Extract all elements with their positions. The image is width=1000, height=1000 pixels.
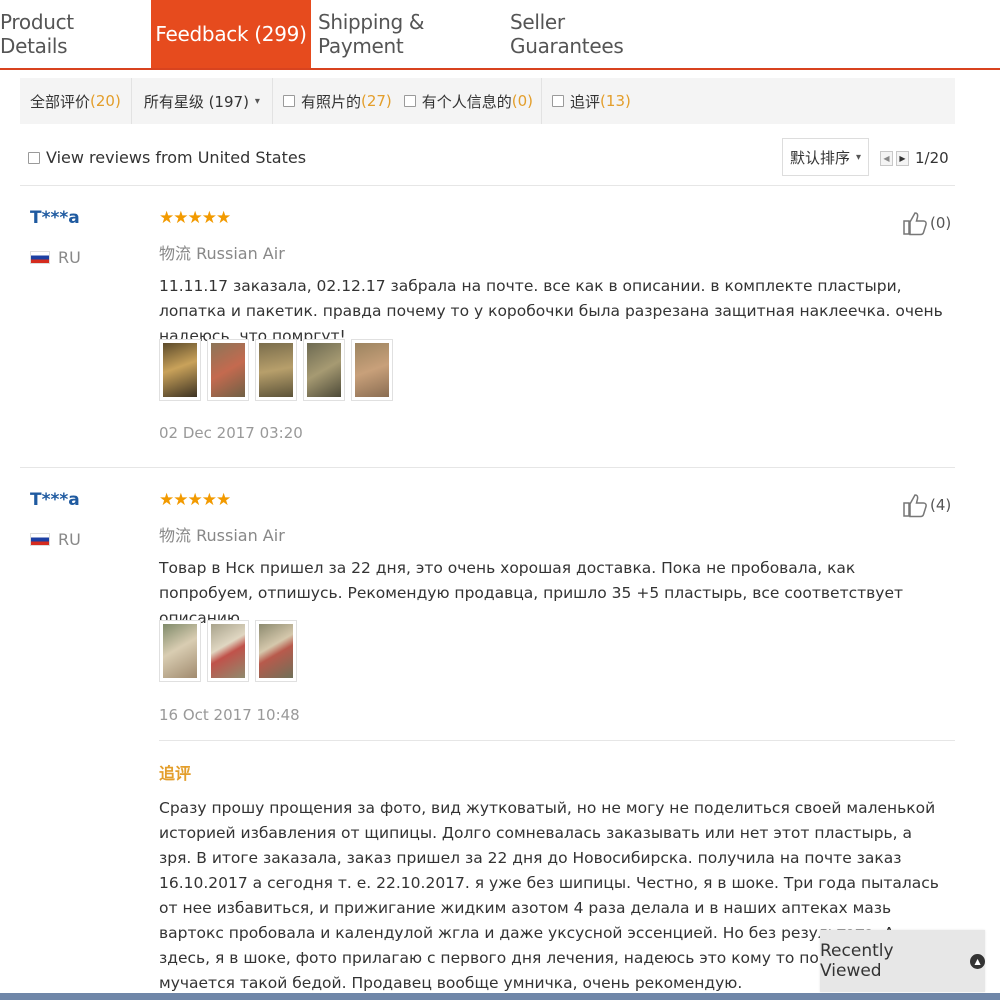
recently-viewed-label: Recently Viewed	[820, 941, 894, 981]
thumbs-up-icon	[903, 212, 927, 236]
tab-product-details[interactable]: Product Details	[0, 0, 146, 68]
checkbox-icon[interactable]	[282, 95, 295, 107]
taskbar-strip	[0, 993, 1000, 1000]
review-photo-thumbnail[interactable]	[207, 339, 249, 401]
chevron-up-icon: ▲	[970, 953, 985, 969]
filter-followup-count: (13)	[600, 92, 631, 110]
filter-photos-label: 有照片的	[300, 92, 361, 111]
tab-bar: Product Details Feedback (299) Shipping …	[0, 0, 1000, 70]
star-rating: ★★★★★	[159, 490, 231, 510]
review-photo-thumbnail[interactable]	[351, 339, 393, 401]
filter-ratings-label: 所有星级 (197)	[143, 92, 249, 111]
logistics-info: 物流 Russian Air	[159, 522, 285, 546]
review-photo-thumbnail[interactable]	[207, 620, 249, 682]
review-photo-thumbnail[interactable]	[303, 339, 345, 401]
chevron-down-icon: ▾	[254, 95, 260, 107]
review-photo-thumbnail[interactable]	[255, 620, 297, 682]
divider	[159, 740, 955, 741]
helpful-count: (4)	[930, 496, 952, 514]
filter-photos-count: (27)	[360, 92, 392, 110]
tab-seller-guarantees[interactable]: Seller Guarantees	[510, 0, 682, 68]
filter-bar: 全部评价 (20) 所有星级 (197) ▾ 有照片的 (27) 有个人信息的 …	[20, 78, 955, 124]
us-reviews-filter[interactable]: View reviews from United States	[28, 148, 306, 167]
country-code: RU	[58, 530, 81, 549]
helpful-button[interactable]: (4)	[902, 492, 951, 518]
tab-shipping-payment[interactable]: Shipping & Payment	[318, 0, 500, 68]
sort-label: 默认排序	[789, 148, 850, 167]
review-photos	[159, 339, 399, 401]
filter-followup-label: 追评	[570, 92, 601, 111]
filter-personal-count: (0)	[511, 92, 534, 110]
review-photo-thumbnail[interactable]	[255, 339, 297, 401]
review-text: 11.11.17 заказала, 02.12.17 забрала на п…	[159, 277, 943, 345]
filter-followup[interactable]: 追评 (13)	[542, 91, 639, 112]
helpful-count: (0)	[930, 214, 952, 232]
review-item: T***a RU ★★★★★ 物流 Russian Air 11.11.17 з…	[20, 186, 955, 468]
review-photo-thumbnail[interactable]	[159, 339, 201, 401]
sort-row: View reviews from United States 默认排序 ▾ ◀…	[20, 130, 955, 186]
prev-page-button[interactable]: ◀	[880, 150, 893, 166]
reviewer-name: T***a	[30, 208, 80, 228]
helpful-button[interactable]: (0)	[902, 210, 951, 236]
logistics-label: 物流	[159, 244, 192, 263]
recently-viewed-button[interactable]: Recently Viewed ▲	[820, 930, 985, 992]
review-date: 16 Oct 2017 10:48	[159, 706, 300, 724]
reviewer-name: T***a	[30, 490, 80, 510]
page-indicator: 1/20	[915, 149, 949, 167]
filter-personal-info[interactable]: 有个人信息的 (0)	[400, 91, 541, 112]
pagination: ◀ ▶ 1/20	[880, 149, 949, 167]
star-rating: ★★★★★	[159, 208, 231, 228]
review-date: 02 Dec 2017 03:20	[159, 424, 303, 442]
thumbs-up-icon	[903, 494, 927, 518]
checkbox-icon[interactable]	[552, 95, 565, 107]
reviewer-country: RU	[30, 530, 81, 549]
logistics-label: 物流	[159, 526, 192, 545]
russia-flag-icon	[30, 251, 50, 264]
chevron-down-icon: ▾	[855, 151, 862, 163]
next-page-button[interactable]: ▶	[896, 150, 909, 166]
logistics-info: 物流 Russian Air	[159, 240, 285, 264]
filter-ratings-dropdown[interactable]: 所有星级 (197) ▾	[132, 91, 272, 112]
tab-feedback[interactable]: Feedback (299)	[151, 0, 311, 68]
checkbox-icon[interactable]	[28, 151, 40, 164]
followup-title: 追评	[159, 764, 192, 783]
us-reviews-label: View reviews from United States	[46, 148, 307, 167]
filter-all-label: 全部评价	[30, 92, 91, 111]
filter-all[interactable]: 全部评价 (20)	[20, 91, 131, 112]
russia-flag-icon	[30, 533, 50, 546]
filter-all-count: (20)	[90, 92, 121, 110]
checkbox-icon[interactable]	[403, 95, 416, 107]
filter-personal-label: 有个人信息的	[421, 92, 512, 111]
logistics-method: Russian Air	[196, 526, 285, 545]
logistics-method: Russian Air	[196, 244, 285, 263]
review-item: T***a RU ★★★★★ 物流 Russian Air Товар в Нс…	[20, 468, 955, 993]
review-photos	[159, 620, 303, 682]
reviewer-country: RU	[30, 248, 81, 267]
country-code: RU	[58, 248, 81, 267]
filter-with-photos[interactable]: 有照片的 (27)	[273, 91, 400, 112]
review-photo-thumbnail[interactable]	[159, 620, 201, 682]
sort-dropdown[interactable]: 默认排序 ▾	[782, 138, 869, 176]
